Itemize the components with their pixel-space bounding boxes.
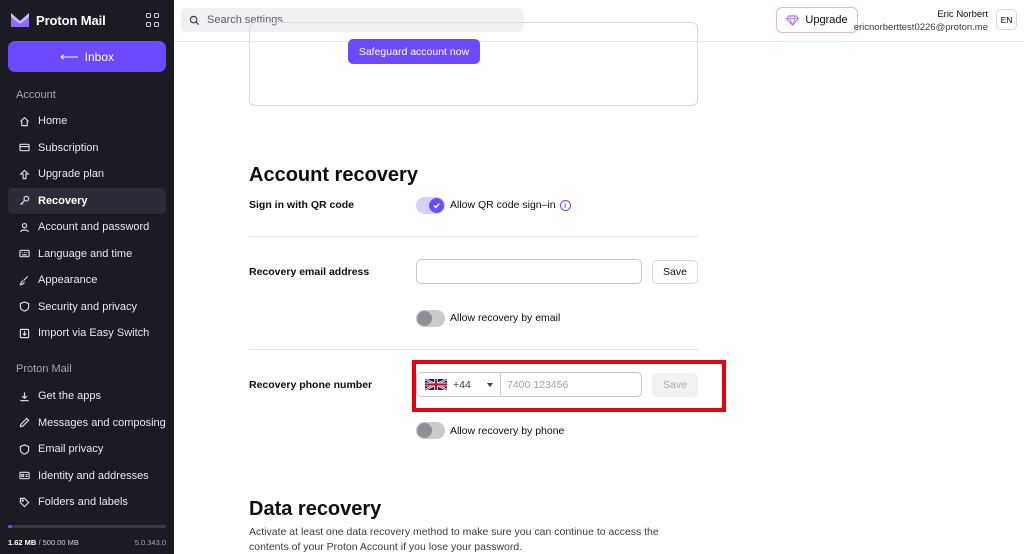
inbox-button-label: Inbox: [84, 49, 114, 64]
storage-progress-fill: [8, 525, 12, 528]
proton-mail-logo-icon[interactable]: [10, 12, 30, 28]
storage-progress-bar: [8, 525, 166, 528]
account-nav: Home Subscription Upgrade plan Recovery …: [8, 108, 166, 347]
import-icon: [18, 327, 30, 339]
app-switcher-icon[interactable]: [146, 13, 160, 27]
sidebar-item-messages-and-composing[interactable]: Messages and composing: [8, 410, 166, 437]
recovery-email-label: Recovery email address: [249, 266, 370, 278]
sidebar-item-subscription[interactable]: Subscription: [8, 135, 166, 162]
sidebar-item-label: Email privacy: [38, 443, 104, 456]
divider: [249, 236, 698, 237]
recovery-email-input[interactable]: [416, 259, 642, 284]
tag-icon: [18, 496, 30, 508]
brand-name: Proton Mail: [36, 12, 106, 28]
download-icon: [18, 390, 30, 402]
section-label-proton-mail: Proton Mail: [16, 363, 72, 375]
sidebar-item-label: Recovery: [38, 194, 88, 207]
sidebar-item-label: Appearance: [38, 274, 98, 287]
toggle-knob: [429, 198, 444, 213]
account-recovery-heading: Account recovery: [249, 164, 418, 186]
sidebar-item-security-and-privacy[interactable]: Security and privacy: [8, 294, 166, 321]
sidebar-item-home[interactable]: Home: [8, 108, 166, 135]
user-menu[interactable]: Eric Norbert ericnorberttest0226@proton.…: [854, 9, 988, 33]
arrow-left-icon: ⟵: [60, 48, 79, 64]
user-email: ericnorberttest0226@proton.me: [853, 22, 988, 33]
sidebar-item-label: Subscription: [38, 141, 99, 154]
save-email-button[interactable]: Save: [652, 260, 698, 284]
upgrade-button-label: Upgrade: [805, 14, 848, 26]
phone-toggle-label: Allow recovery by phone: [450, 425, 565, 437]
shield-icon: [18, 443, 30, 455]
paint-brush-icon: [18, 274, 30, 286]
sidebar-item-label: Identity and addresses: [38, 469, 149, 482]
sidebar-item-email-privacy[interactable]: Email privacy: [8, 436, 166, 463]
settings-content: Safeguard account now Account recovery S…: [174, 22, 1024, 554]
info-icon[interactable]: i: [559, 199, 571, 211]
back-to-inbox-button[interactable]: ⟵ Inbox: [8, 41, 166, 72]
qr-toggle-label-row: Allow QR code sign–in i: [450, 199, 571, 211]
checkmark-icon: [433, 203, 440, 209]
upgrade-button[interactable]: Upgrade: [776, 7, 858, 33]
storage-total: / 500.00 MB: [38, 538, 79, 547]
sidebar-item-language-and-time[interactable]: Language and time: [8, 241, 166, 268]
email-recovery-toggle[interactable]: [416, 310, 445, 327]
sidebar-item-label: Folders and labels: [38, 496, 128, 509]
data-recovery-heading: Data recovery: [249, 498, 382, 520]
sidebar-item-label: Messages and composing: [38, 416, 166, 429]
pen-icon: [18, 417, 30, 429]
id-card-icon: [18, 470, 30, 482]
safeguard-card: Safeguard account now: [249, 22, 698, 106]
app-version: 5.0.343.0: [134, 538, 166, 547]
credit-card-icon: [18, 142, 30, 154]
qr-sign-in-label: Sign in with QR code: [249, 199, 354, 211]
divider: [249, 349, 698, 350]
sidebar-item-label: Home: [38, 115, 68, 128]
sidebar-item-account-and-password[interactable]: Account and password: [8, 214, 166, 241]
section-label-account: Account: [16, 89, 56, 101]
recovery-phone-label: Recovery phone number: [249, 379, 373, 391]
mail-nav: Get the apps Messages and composing Emai…: [8, 383, 166, 516]
user-icon: [18, 221, 30, 233]
storage-used: 1.62 MB: [8, 538, 37, 547]
data-recovery-description: Activate at least one data recovery meth…: [249, 526, 659, 553]
sidebar-item-label: Account and password: [38, 221, 150, 234]
language-button[interactable]: EN: [996, 9, 1017, 30]
qr-sign-in-toggle[interactable]: [416, 197, 445, 214]
diamond-icon: [786, 14, 800, 26]
search-icon: [189, 15, 200, 25]
sidebar-item-folders-and-labels[interactable]: Folders and labels: [8, 489, 166, 516]
sidebar-item-label: Get the apps: [38, 390, 101, 403]
sidebar: Proton Mail ⟵ Inbox Account Home Subscri…: [0, 0, 174, 554]
sidebar-item-label: Language and time: [38, 247, 133, 260]
sidebar-item-import-via-easy-switch[interactable]: Import via Easy Switch: [8, 320, 166, 347]
sidebar-item-upgrade-plan[interactable]: Upgrade plan: [8, 161, 166, 188]
user-name: Eric Norbert: [937, 9, 988, 20]
sidebar-item-identity-and-addresses[interactable]: Identity and addresses: [8, 463, 166, 490]
brand-row: Proton Mail: [10, 10, 160, 30]
upgrade-arrow-icon: [18, 168, 30, 180]
sidebar-item-appearance[interactable]: Appearance: [8, 267, 166, 294]
email-toggle-label: Allow recovery by email: [450, 312, 561, 324]
toggle-knob: [417, 311, 432, 326]
highlight-box: [412, 360, 726, 412]
keyboard-icon: [18, 248, 30, 260]
sidebar-item-label: Security and privacy: [38, 300, 138, 313]
sidebar-item-label: Upgrade plan: [38, 168, 105, 181]
phone-recovery-toggle[interactable]: [416, 422, 445, 439]
toggle-knob: [417, 423, 432, 438]
sidebar-item-get-the-apps[interactable]: Get the apps: [8, 383, 166, 410]
home-icon: [18, 115, 30, 127]
sidebar-item-recovery[interactable]: Recovery: [8, 187, 166, 214]
qr-toggle-label: Allow QR code sign–in: [450, 199, 556, 211]
sidebar-item-label: Import via Easy Switch: [38, 327, 150, 340]
storage-usage: 1.62 MB / 500.00 MB: [8, 538, 79, 547]
key-icon: [18, 195, 30, 207]
safeguard-account-button[interactable]: Safeguard account now: [348, 39, 480, 64]
shield-icon: [18, 301, 30, 313]
